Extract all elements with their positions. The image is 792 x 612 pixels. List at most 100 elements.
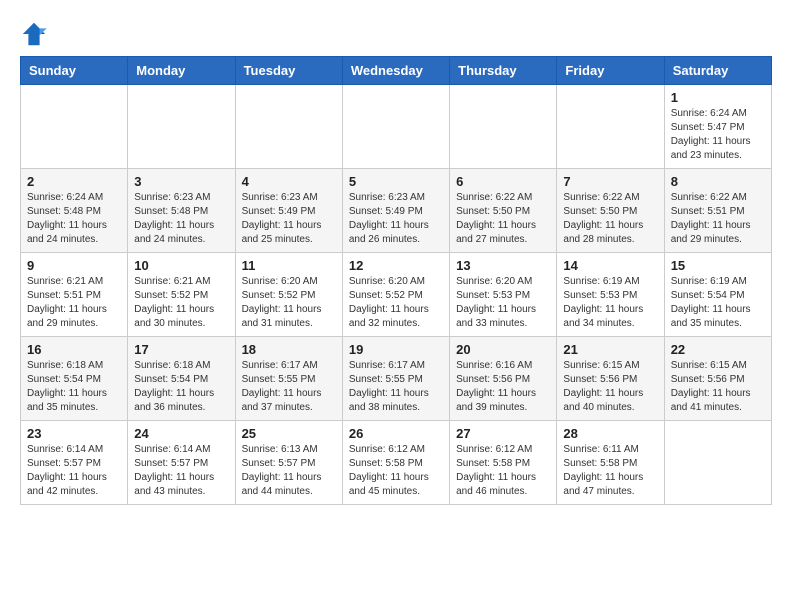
day-number: 12 <box>349 258 443 273</box>
day-cell: 28 Sunrise: 6:11 AM Sunset: 5:58 PM Dayli… <box>557 421 664 505</box>
weekday-header-row: SundayMondayTuesdayWednesdayThursdayFrid… <box>21 57 772 85</box>
day-info: Sunrise: 6:11 AM Sunset: 5:58 PM Dayligh… <box>563 443 657 499</box>
day-info: Sunrise: 6:16 AM Sunset: 5:56 PM Dayligh… <box>456 359 550 415</box>
day-number: 3 <box>134 174 228 189</box>
day-cell: 12 Sunrise: 6:20 AM Sunset: 5:52 PM Dayli… <box>342 253 449 337</box>
week-row-2: 9Sunrise: 6:21 AM Sunset: 5:51 PM Daylig… <box>21 253 772 337</box>
day-info: Sunrise: 6:20 AM Sunset: 5:52 PM Dayligh… <box>242 275 336 331</box>
day-cell: 15 Sunrise: 6:19 AM Sunset: 5:54 PM Dayli… <box>664 253 771 337</box>
day-number: 5 <box>349 174 443 189</box>
day-info: Sunrise: 6:23 AM Sunset: 5:49 PM Dayligh… <box>349 191 443 247</box>
day-cell <box>21 85 128 169</box>
day-number: 1 <box>671 90 765 105</box>
day-info: Sunrise: 6:17 AM Sunset: 5:55 PM Dayligh… <box>242 359 336 415</box>
day-number: 7 <box>563 174 657 189</box>
day-number: 13 <box>456 258 550 273</box>
weekday-header-tuesday: Tuesday <box>235 57 342 85</box>
day-info: Sunrise: 6:22 AM Sunset: 5:51 PM Dayligh… <box>671 191 765 247</box>
day-info: Sunrise: 6:20 AM Sunset: 5:53 PM Dayligh… <box>456 275 550 331</box>
day-cell: 4 Sunrise: 6:23 AM Sunset: 5:49 PM Daylig… <box>235 169 342 253</box>
day-number: 4 <box>242 174 336 189</box>
day-number: 21 <box>563 342 657 357</box>
day-cell: 16 Sunrise: 6:18 AM Sunset: 5:54 PM Dayli… <box>21 337 128 421</box>
day-info: Sunrise: 6:22 AM Sunset: 5:50 PM Dayligh… <box>456 191 550 247</box>
day-cell <box>235 85 342 169</box>
day-info: Sunrise: 6:18 AM Sunset: 5:54 PM Dayligh… <box>27 359 121 415</box>
day-info: Sunrise: 6:19 AM Sunset: 5:54 PM Dayligh… <box>671 275 765 331</box>
day-cell <box>557 85 664 169</box>
day-info: Sunrise: 6:15 AM Sunset: 5:56 PM Dayligh… <box>671 359 765 415</box>
day-number: 16 <box>27 342 121 357</box>
weekday-header-sunday: Sunday <box>21 57 128 85</box>
week-row-3: 16 Sunrise: 6:18 AM Sunset: 5:54 PM Dayli… <box>21 337 772 421</box>
day-number: 26 <box>349 426 443 441</box>
day-number: 24 <box>134 426 228 441</box>
weekday-header-thursday: Thursday <box>450 57 557 85</box>
day-number: 2 <box>27 174 121 189</box>
day-cell: 26 Sunrise: 6:12 AM Sunset: 5:58 PM Dayli… <box>342 421 449 505</box>
weekday-header-saturday: Saturday <box>664 57 771 85</box>
day-number: 18 <box>242 342 336 357</box>
day-cell: 22 Sunrise: 6:15 AM Sunset: 5:56 PM Dayli… <box>664 337 771 421</box>
day-number: 23 <box>27 426 121 441</box>
day-cell: 5 Sunrise: 6:23 AM Sunset: 5:49 PM Daylig… <box>342 169 449 253</box>
week-row-1: 2 Sunrise: 6:24 AM Sunset: 5:48 PM Daylig… <box>21 169 772 253</box>
day-cell: 17Sunrise: 6:18 AM Sunset: 5:54 PM Dayli… <box>128 337 235 421</box>
day-info: Sunrise: 6:19 AM Sunset: 5:53 PM Dayligh… <box>563 275 657 331</box>
day-number: 22 <box>671 342 765 357</box>
day-cell <box>450 85 557 169</box>
day-cell <box>128 85 235 169</box>
day-info: Sunrise: 6:20 AM Sunset: 5:52 PM Dayligh… <box>349 275 443 331</box>
day-cell: 23 Sunrise: 6:14 AM Sunset: 5:57 PM Dayli… <box>21 421 128 505</box>
day-number: 14 <box>563 258 657 273</box>
day-cell: 24Sunrise: 6:14 AM Sunset: 5:57 PM Dayli… <box>128 421 235 505</box>
day-info: Sunrise: 6:21 AM Sunset: 5:52 PM Dayligh… <box>134 275 228 331</box>
day-info: Sunrise: 6:15 AM Sunset: 5:56 PM Dayligh… <box>563 359 657 415</box>
day-info: Sunrise: 6:12 AM Sunset: 5:58 PM Dayligh… <box>456 443 550 499</box>
day-number: 9 <box>27 258 121 273</box>
day-cell: 7 Sunrise: 6:22 AM Sunset: 5:50 PM Daylig… <box>557 169 664 253</box>
day-info: Sunrise: 6:17 AM Sunset: 5:55 PM Dayligh… <box>349 359 443 415</box>
day-cell: 14 Sunrise: 6:19 AM Sunset: 5:53 PM Dayli… <box>557 253 664 337</box>
day-info: Sunrise: 6:24 AM Sunset: 5:48 PM Dayligh… <box>27 191 121 247</box>
day-cell: 3 Sunrise: 6:23 AM Sunset: 5:48 PM Daylig… <box>128 169 235 253</box>
page-header <box>20 16 772 48</box>
day-number: 17 <box>134 342 228 357</box>
day-number: 19 <box>349 342 443 357</box>
day-cell: 6 Sunrise: 6:22 AM Sunset: 5:50 PM Daylig… <box>450 169 557 253</box>
day-number: 28 <box>563 426 657 441</box>
day-info: Sunrise: 6:23 AM Sunset: 5:49 PM Dayligh… <box>242 191 336 247</box>
day-cell: 8 Sunrise: 6:22 AM Sunset: 5:51 PM Daylig… <box>664 169 771 253</box>
day-cell: 19 Sunrise: 6:17 AM Sunset: 5:55 PM Dayli… <box>342 337 449 421</box>
day-number: 15 <box>671 258 765 273</box>
weekday-header-wednesday: Wednesday <box>342 57 449 85</box>
day-number: 11 <box>242 258 336 273</box>
day-number: 27 <box>456 426 550 441</box>
weekday-header-friday: Friday <box>557 57 664 85</box>
calendar-table: SundayMondayTuesdayWednesdayThursdayFrid… <box>20 56 772 505</box>
week-row-0: 1 Sunrise: 6:24 AM Sunset: 5:47 PM Daylig… <box>21 85 772 169</box>
week-row-4: 23 Sunrise: 6:14 AM Sunset: 5:57 PM Dayli… <box>21 421 772 505</box>
day-cell: 13 Sunrise: 6:20 AM Sunset: 5:53 PM Dayli… <box>450 253 557 337</box>
day-number: 10 <box>134 258 228 273</box>
day-cell: 1 Sunrise: 6:24 AM Sunset: 5:47 PM Daylig… <box>664 85 771 169</box>
day-info: Sunrise: 6:24 AM Sunset: 5:47 PM Dayligh… <box>671 107 765 163</box>
day-cell: 27 Sunrise: 6:12 AM Sunset: 5:58 PM Dayli… <box>450 421 557 505</box>
day-cell: 21 Sunrise: 6:15 AM Sunset: 5:56 PM Dayli… <box>557 337 664 421</box>
day-info: Sunrise: 6:22 AM Sunset: 5:50 PM Dayligh… <box>563 191 657 247</box>
day-info: Sunrise: 6:14 AM Sunset: 5:57 PM Dayligh… <box>27 443 121 499</box>
day-number: 8 <box>671 174 765 189</box>
day-number: 6 <box>456 174 550 189</box>
day-cell: 20Sunrise: 6:16 AM Sunset: 5:56 PM Dayli… <box>450 337 557 421</box>
weekday-header-monday: Monday <box>128 57 235 85</box>
logo-icon <box>20 20 48 48</box>
day-cell: 11 Sunrise: 6:20 AM Sunset: 5:52 PM Dayli… <box>235 253 342 337</box>
day-cell: 10 Sunrise: 6:21 AM Sunset: 5:52 PM Dayli… <box>128 253 235 337</box>
logo <box>20 20 52 48</box>
day-cell <box>342 85 449 169</box>
day-cell: 25Sunrise: 6:13 AM Sunset: 5:57 PM Dayli… <box>235 421 342 505</box>
day-cell <box>664 421 771 505</box>
day-info: Sunrise: 6:23 AM Sunset: 5:48 PM Dayligh… <box>134 191 228 247</box>
day-info: Sunrise: 6:12 AM Sunset: 5:58 PM Dayligh… <box>349 443 443 499</box>
day-cell: 18 Sunrise: 6:17 AM Sunset: 5:55 PM Dayli… <box>235 337 342 421</box>
